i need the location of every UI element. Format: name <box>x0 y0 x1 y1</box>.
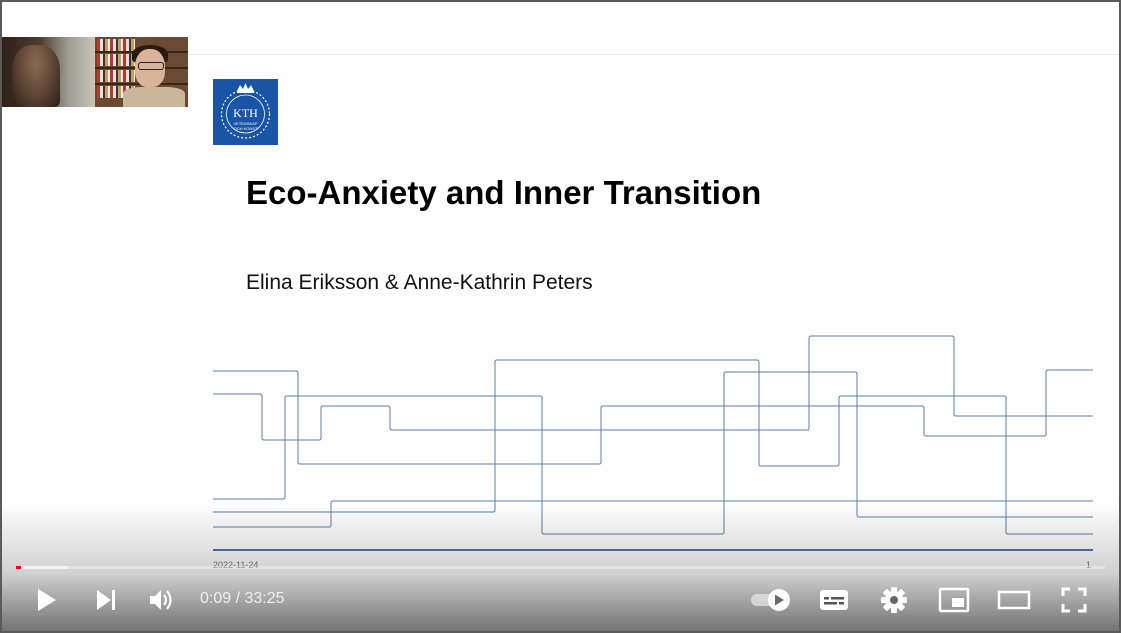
video-player[interactable]: KTH VETENSKAP OCH KONST Eco-Anxiety and … <box>2 2 1119 631</box>
play-button[interactable] <box>28 582 64 618</box>
miniplayer-button[interactable] <box>934 582 974 618</box>
time-separator: / <box>235 590 241 607</box>
time-display: 0:09 / 33:25 <box>200 590 285 608</box>
autoplay-toggle-icon <box>751 589 790 611</box>
next-button[interactable] <box>88 582 124 618</box>
duration: 33:25 <box>244 590 285 607</box>
progress-bar[interactable] <box>16 566 1105 569</box>
miniplayer-icon <box>938 587 970 613</box>
theater-mode-button[interactable] <box>994 582 1034 618</box>
volume-button[interactable] <box>144 582 180 618</box>
progress-played <box>16 566 21 569</box>
next-icon <box>97 590 115 610</box>
decorative-lines-graphic <box>213 335 1093 551</box>
subtitles-button[interactable] <box>814 582 854 618</box>
settings-button[interactable] <box>874 582 914 618</box>
theater-mode-icon <box>997 590 1031 610</box>
current-time: 0:09 <box>200 590 232 607</box>
progress-buffered <box>16 566 69 569</box>
volume-icon <box>150 590 172 610</box>
subtitles-icon <box>820 590 848 610</box>
fullscreen-icon <box>1061 587 1087 613</box>
gear-icon <box>881 587 907 613</box>
autoplay-toggle[interactable] <box>746 582 796 618</box>
play-icon <box>38 589 56 611</box>
fullscreen-button[interactable] <box>1054 582 1094 618</box>
